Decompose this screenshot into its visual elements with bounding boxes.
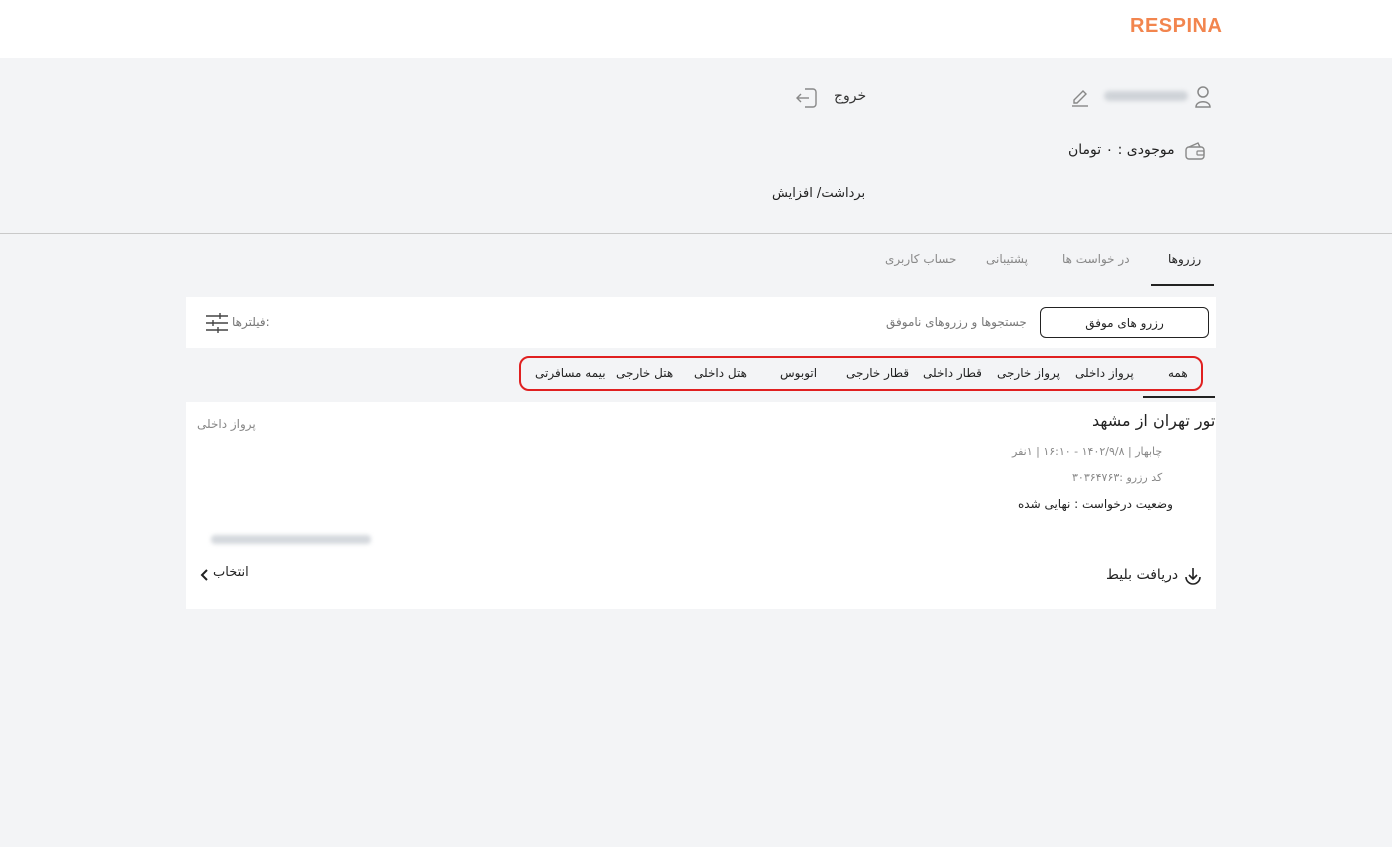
reservation-id-blurred bbox=[211, 535, 371, 544]
category-international-hotel[interactable]: هتل خارجی bbox=[616, 366, 673, 380]
reservation-type: پرواز داخلی bbox=[197, 417, 256, 431]
username-blurred bbox=[1104, 91, 1188, 101]
successful-reservations-button[interactable]: رزرو های موفق bbox=[1040, 307, 1209, 338]
reservation-date-line: چابهار | ۱۴۰۲/۹/۸ - ۱۶:۱۰ | ۱نفر bbox=[1012, 445, 1163, 458]
reservation-status: وضعیت درخواست : نهایی شده bbox=[1018, 497, 1173, 511]
tab-account[interactable]: حساب کاربری bbox=[885, 252, 956, 266]
withdraw-deposit-link[interactable]: برداشت/ افزایش bbox=[772, 186, 865, 201]
top-bar: RESPINA bbox=[0, 0, 1392, 58]
select-button[interactable]: انتخاب bbox=[213, 565, 249, 580]
edit-icon[interactable] bbox=[1070, 87, 1090, 107]
reservation-code: کد رزرو :۳۰۳۶۴۷۶۳ bbox=[1072, 471, 1163, 484]
tab-reservations[interactable]: رزروها bbox=[1168, 252, 1201, 266]
category-domestic-hotel[interactable]: هتل داخلی bbox=[694, 366, 747, 380]
tab-support[interactable]: پشتیبانی bbox=[986, 252, 1028, 266]
category-domestic-train[interactable]: قطار داخلی bbox=[923, 366, 982, 380]
wallet-balance: موجودی : ۰ تومان bbox=[1068, 142, 1175, 158]
active-tab-indicator bbox=[1151, 284, 1214, 286]
wallet-icon bbox=[1185, 142, 1205, 160]
reservation-title: تور تهران از مشهد bbox=[1092, 411, 1216, 430]
download-ticket-button[interactable]: دریافت بلیط bbox=[1106, 567, 1178, 583]
filters-label[interactable]: فیلترها: bbox=[232, 315, 270, 329]
failed-searches-button[interactable]: جستجوها و رزروهای ناموفق bbox=[886, 315, 1027, 329]
category-all[interactable]: همه bbox=[1168, 366, 1188, 380]
category-international-flight[interactable]: پرواز خارجی bbox=[997, 366, 1060, 380]
sliders-icon[interactable] bbox=[205, 313, 229, 333]
brand-logo[interactable]: RESPINA bbox=[1130, 15, 1222, 38]
category-domestic-flight[interactable]: پرواز داخلی bbox=[1075, 366, 1134, 380]
logout-button[interactable]: خروج bbox=[834, 88, 866, 104]
category-travel-insurance[interactable]: بیمه مسافرتی bbox=[535, 366, 606, 380]
chevron-left-icon[interactable] bbox=[199, 569, 209, 581]
active-category-indicator bbox=[1143, 396, 1215, 398]
download-icon[interactable] bbox=[1183, 566, 1203, 586]
tab-requests[interactable]: در خواست ها bbox=[1062, 252, 1130, 266]
category-international-train[interactable]: قطار خارجی bbox=[846, 366, 909, 380]
user-icon bbox=[1195, 86, 1211, 108]
logout-icon[interactable] bbox=[795, 86, 819, 110]
category-bus[interactable]: اتوبوس bbox=[780, 366, 817, 380]
